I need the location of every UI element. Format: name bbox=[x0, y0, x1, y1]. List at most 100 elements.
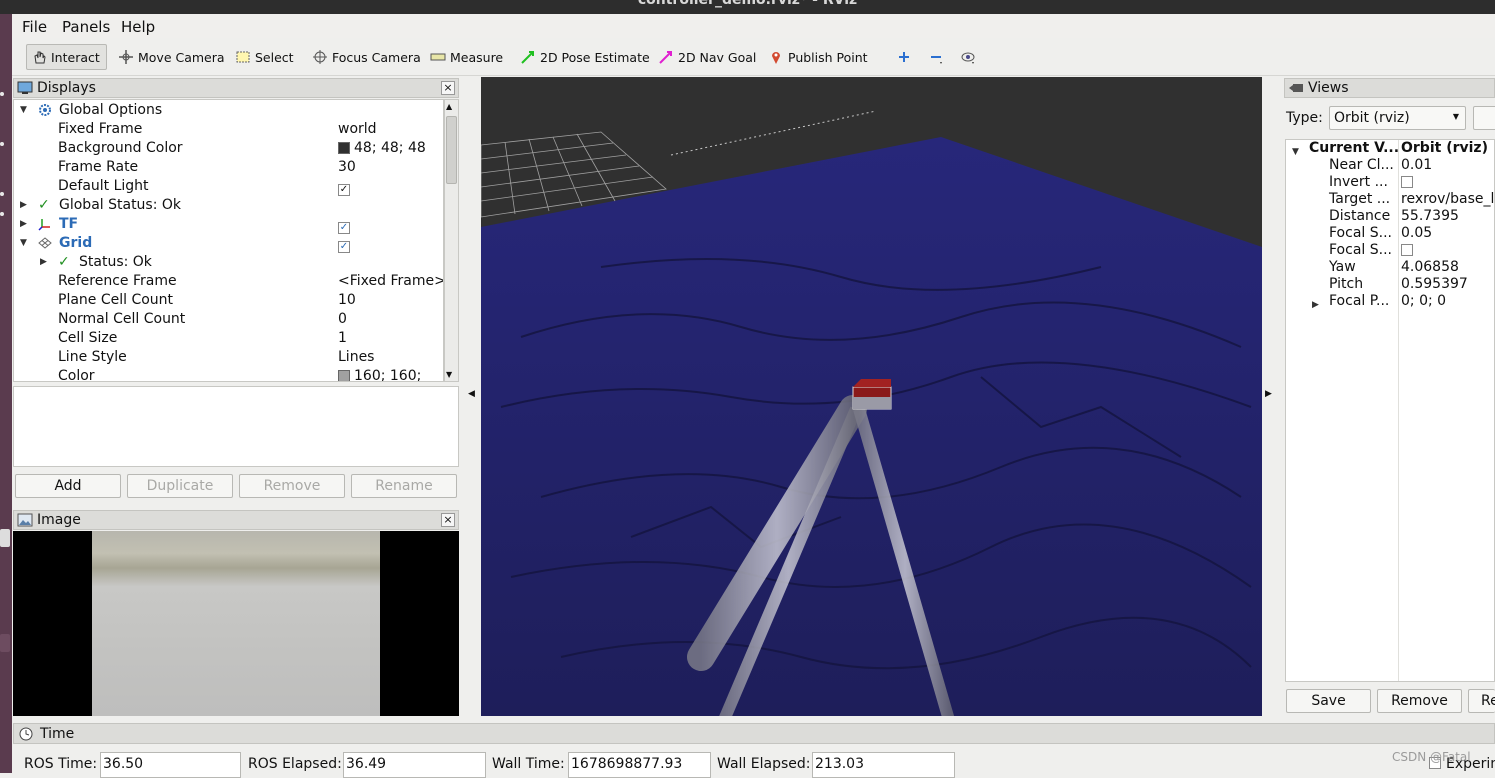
move-camera-tool-button[interactable]: Move Camera bbox=[114, 44, 229, 70]
view-property-row[interactable]: Yaw 4.06858 bbox=[1286, 259, 1494, 276]
tree-row-background-color[interactable]: Background Color 48; 48; 48 bbox=[14, 139, 443, 158]
zero-view-button[interactable] bbox=[1473, 106, 1495, 130]
menu-panels[interactable]: Panels bbox=[62, 18, 110, 36]
view-type-select[interactable]: Orbit (rviz) ▼ bbox=[1329, 106, 1466, 130]
close-icon[interactable]: × bbox=[441, 81, 455, 95]
view-property-row[interactable]: Target ... rexrov/base_li bbox=[1286, 191, 1494, 208]
add-tool-button[interactable] bbox=[892, 44, 920, 70]
property-value[interactable]: 55.7395 bbox=[1401, 208, 1459, 225]
rename-view-button[interactable]: Re bbox=[1468, 689, 1495, 713]
select-tool-button[interactable]: Select bbox=[231, 44, 298, 70]
views-title: Views bbox=[1308, 80, 1349, 96]
property-value[interactable]: 160; 160; bbox=[338, 367, 421, 381]
collapsed-arrow-icon[interactable]: ▶ bbox=[1312, 297, 1319, 314]
view-property-row[interactable]: Focal S... 0.05 bbox=[1286, 225, 1494, 242]
collapsed-arrow-icon[interactable]: ▶ bbox=[20, 215, 27, 234]
property-value[interactable]: 48; 48; 48 bbox=[338, 139, 426, 158]
current-view-row[interactable]: ▼ Current V... Orbit (rviz) bbox=[1286, 140, 1494, 157]
property-value[interactable]: <Fixed Frame> bbox=[338, 272, 443, 291]
property-name: Distance bbox=[1329, 208, 1391, 224]
property-value[interactable]: 1 bbox=[338, 329, 347, 348]
remove-view-button[interactable]: Remove bbox=[1377, 689, 1462, 713]
view-property-row[interactable]: ▶ Focal P... 0; 0; 0 bbox=[1286, 293, 1494, 310]
expand-arrow-icon[interactable]: ▼ bbox=[20, 101, 27, 120]
tree-row-line-style[interactable]: Line Style Lines bbox=[14, 348, 443, 367]
property-value[interactable]: rexrov/base_li bbox=[1401, 191, 1494, 208]
tree-row-global-status[interactable]: ▶ ✓ Global Status: Ok bbox=[14, 196, 443, 215]
property-value[interactable]: 0 bbox=[338, 310, 347, 329]
tree-row-tf[interactable]: ▶ TF ✓ bbox=[14, 215, 443, 234]
close-icon[interactable]: × bbox=[441, 513, 455, 527]
duplicate-display-button[interactable]: Duplicate bbox=[127, 474, 233, 498]
displays-tree[interactable]: ▼ Global Options Fixed Frame world Backg… bbox=[13, 99, 444, 382]
view-property-row[interactable]: Focal S... bbox=[1286, 242, 1494, 259]
view-property-row[interactable]: Invert ... bbox=[1286, 174, 1494, 191]
view-property-row[interactable]: Near Cl... 0.01 bbox=[1286, 157, 1494, 174]
property-value[interactable]: 30 bbox=[338, 158, 356, 177]
collapse-left-icon[interactable]: ◀ bbox=[468, 389, 475, 399]
grid-enabled-checkbox[interactable]: ✓ bbox=[338, 234, 350, 253]
displays-scrollbar[interactable]: ▲ ▼ bbox=[444, 99, 459, 382]
focus-camera-tool-button[interactable]: Focus Camera bbox=[308, 44, 425, 70]
property-value[interactable]: 0.595397 bbox=[1401, 276, 1468, 293]
scroll-up-icon[interactable]: ▲ bbox=[446, 102, 452, 111]
property-value[interactable]: 0.05 bbox=[1401, 225, 1432, 242]
remove-display-button[interactable]: Remove bbox=[239, 474, 345, 498]
tree-row-grid[interactable]: ▼ Grid ✓ bbox=[14, 234, 443, 253]
left-splitter[interactable]: ◀ bbox=[460, 77, 481, 716]
wall-time-field[interactable]: 1678698877.93 bbox=[568, 752, 711, 778]
menu-file[interactable]: File bbox=[22, 18, 47, 36]
collapsed-arrow-icon[interactable]: ▶ bbox=[40, 253, 47, 272]
map-pin-icon bbox=[768, 49, 784, 65]
tree-row-fixed-frame[interactable]: Fixed Frame world bbox=[14, 120, 443, 139]
dock-app-icon[interactable] bbox=[0, 634, 10, 652]
tree-row-default-light[interactable]: Default Light ✓ bbox=[14, 177, 443, 196]
view-options-button[interactable] bbox=[956, 44, 984, 70]
views-tree[interactable]: ▼ Current V... Orbit (rviz) Near Cl... 0… bbox=[1285, 139, 1495, 682]
render-3d-viewport[interactable] bbox=[481, 77, 1262, 716]
tree-row-grid-status[interactable]: ▶ ✓ Status: Ok bbox=[14, 253, 443, 272]
pose-estimate-tool-button[interactable]: 2D Pose Estimate bbox=[516, 44, 654, 70]
checkmark-icon: ✓ bbox=[58, 254, 70, 270]
invert-checkbox[interactable] bbox=[1401, 174, 1413, 191]
interact-tool-button[interactable]: Interact bbox=[26, 44, 107, 70]
scroll-down-icon[interactable]: ▼ bbox=[446, 370, 452, 379]
tree-row-cell-size[interactable]: Cell Size 1 bbox=[14, 329, 443, 348]
focal-shape-checkbox[interactable] bbox=[1401, 242, 1413, 259]
rename-display-button[interactable]: Rename bbox=[351, 474, 457, 498]
property-value[interactable]: Lines bbox=[338, 348, 374, 367]
tree-row-frame-rate[interactable]: Frame Rate 30 bbox=[14, 158, 443, 177]
expand-arrow-icon[interactable]: ▼ bbox=[20, 234, 27, 253]
wall-elapsed-field[interactable]: 213.03 bbox=[812, 752, 955, 778]
scrollbar-thumb[interactable] bbox=[446, 116, 457, 184]
save-view-button[interactable]: Save bbox=[1286, 689, 1371, 713]
collapse-right-icon[interactable]: ▶ bbox=[1265, 389, 1272, 399]
tree-row-color[interactable]: Color 160; 160; bbox=[14, 367, 443, 381]
ros-time-field[interactable]: 36.50 bbox=[100, 752, 241, 778]
ros-elapsed-field[interactable]: 36.49 bbox=[343, 752, 486, 778]
publish-point-tool-button[interactable]: Publish Point bbox=[764, 44, 872, 70]
collapsed-arrow-icon[interactable]: ▶ bbox=[20, 196, 27, 215]
tree-row-normal-cell-count[interactable]: Normal Cell Count 0 bbox=[14, 310, 443, 329]
default-light-checkbox[interactable]: ✓ bbox=[338, 177, 350, 196]
property-value[interactable]: world bbox=[338, 120, 377, 139]
property-value[interactable]: 0; 0; 0 bbox=[1401, 293, 1446, 310]
property-value[interactable]: 0.01 bbox=[1401, 157, 1432, 174]
view-property-row[interactable]: Distance 55.7395 bbox=[1286, 208, 1494, 225]
menu-help[interactable]: Help bbox=[121, 18, 155, 36]
tf-enabled-checkbox[interactable]: ✓ bbox=[338, 215, 350, 234]
property-value[interactable]: 4.06858 bbox=[1401, 259, 1459, 276]
rov-model bbox=[852, 379, 892, 410]
property-value[interactable]: 10 bbox=[338, 291, 356, 310]
view-property-row[interactable]: Pitch 0.595397 bbox=[1286, 276, 1494, 293]
right-splitter[interactable]: ▶ bbox=[1262, 77, 1284, 716]
tree-row-plane-cell-count[interactable]: Plane Cell Count 10 bbox=[14, 291, 443, 310]
tree-row-global-options[interactable]: ▼ Global Options bbox=[14, 101, 443, 120]
nav-goal-tool-button[interactable]: 2D Nav Goal bbox=[654, 44, 760, 70]
display-name: Grid bbox=[59, 235, 93, 251]
measure-tool-button[interactable]: Measure bbox=[426, 44, 507, 70]
tree-row-reference-frame[interactable]: Reference Frame <Fixed Frame> bbox=[14, 272, 443, 291]
dock-app-icon[interactable] bbox=[0, 529, 10, 547]
add-display-button[interactable]: Add bbox=[15, 474, 121, 498]
remove-tool-button[interactable] bbox=[924, 44, 952, 70]
